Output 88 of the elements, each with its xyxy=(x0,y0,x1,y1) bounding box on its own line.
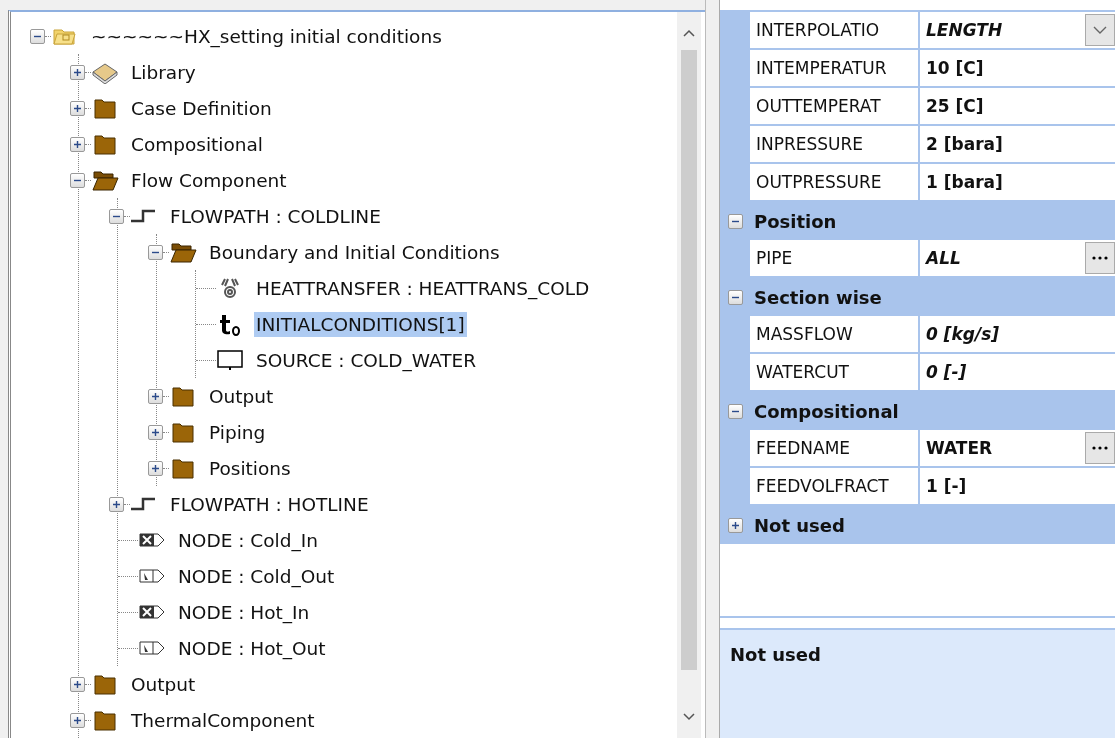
folder-icon xyxy=(91,96,119,120)
ellipsis-icon xyxy=(1092,446,1108,450)
collapse-button[interactable] xyxy=(109,208,124,224)
category-label: Position xyxy=(754,210,837,232)
plus-icon xyxy=(151,391,160,401)
collapse-button[interactable] xyxy=(148,244,163,260)
collapse-button[interactable] xyxy=(728,213,743,229)
chevron-down-icon xyxy=(1093,26,1107,34)
property-value[interactable]: 10 [C] xyxy=(926,58,984,78)
folder-icon xyxy=(91,672,119,696)
monitor-icon xyxy=(216,348,244,372)
tree-item[interactable]: HEATTRANSFER : HEATTRANS_COLD xyxy=(254,275,592,301)
description-title: Not used xyxy=(730,644,821,665)
plus-icon xyxy=(73,715,82,725)
tree-item[interactable]: Flow Component xyxy=(129,167,289,193)
property-name: PIPE xyxy=(750,240,920,276)
expand-button[interactable] xyxy=(148,388,163,404)
ellipsis-button[interactable] xyxy=(1085,432,1115,464)
tree-item[interactable]: FLOWPATH : COLDLINE xyxy=(168,203,383,229)
tree-item[interactable]: Boundary and Initial Conditions xyxy=(207,239,502,265)
tree-item[interactable]: Piping xyxy=(207,419,268,445)
property-value[interactable]: 0 [kg/s] xyxy=(926,324,1000,344)
expand-button[interactable] xyxy=(70,100,85,116)
tree-item[interactable]: Output xyxy=(129,671,198,697)
plus-icon xyxy=(73,679,82,689)
tree-item[interactable]: ThermalComponent xyxy=(129,707,317,733)
expand-button[interactable] xyxy=(148,424,163,440)
expand-button[interactable] xyxy=(70,676,85,692)
category-label: Section wise xyxy=(754,286,882,308)
tree-item[interactable]: INITIALCONDITIONS[1] xyxy=(254,311,467,337)
expand-button[interactable] xyxy=(109,496,124,512)
tree-item[interactable]: Output xyxy=(207,383,276,409)
property-name: INTEMPERATUR xyxy=(750,50,920,86)
folder-icon xyxy=(169,420,197,444)
property-name: FEEDNAME xyxy=(750,430,920,466)
property-value[interactable]: 25 [C] xyxy=(926,96,984,116)
category-label: Compositional xyxy=(754,400,899,422)
plus-icon xyxy=(151,427,160,437)
plus-icon xyxy=(731,520,740,530)
property-name: INPRESSURE xyxy=(750,126,920,162)
folder-icon xyxy=(169,456,197,480)
folder-icon xyxy=(169,384,197,408)
plus-icon xyxy=(73,103,82,113)
tree-item[interactable]: NODE : Cold_In xyxy=(176,527,320,553)
open-folder-icon xyxy=(169,240,197,264)
expand-button[interactable] xyxy=(728,517,743,533)
tree-item[interactable]: NODE : Hot_In xyxy=(176,599,312,625)
ellipsis-button[interactable] xyxy=(1085,242,1115,274)
property-name: WATERCUT xyxy=(750,354,920,390)
ellipsis-icon xyxy=(1092,256,1108,260)
property-name: OUTPRESSURE xyxy=(750,164,920,200)
tree-item[interactable]: Library xyxy=(129,59,198,85)
tree-item[interactable]: Compositional xyxy=(129,131,265,157)
tree-item[interactable]: FLOWPATH : HOTLINE xyxy=(168,491,371,517)
collapse-button[interactable] xyxy=(70,172,85,188)
tree-item[interactable]: NODE : Hot_Out xyxy=(176,635,328,661)
collapse-button[interactable] xyxy=(728,289,743,305)
expand-button[interactable] xyxy=(148,460,163,476)
expand-button[interactable] xyxy=(70,136,85,152)
property-value[interactable]: LENGTH xyxy=(926,20,1003,40)
property-value[interactable]: 1 [-] xyxy=(926,476,967,496)
plus-icon xyxy=(112,499,121,509)
property-value[interactable]: 1 [bara] xyxy=(926,172,1003,192)
tree-item[interactable]: NODE : Cold_Out xyxy=(176,563,337,589)
collapse-button[interactable] xyxy=(728,403,743,419)
plus-icon xyxy=(73,67,82,77)
property-name: MASSFLOW xyxy=(750,316,920,352)
property-value[interactable]: WATER xyxy=(926,438,993,458)
scrollbar-thumb[interactable] xyxy=(681,50,697,670)
category-label: Not used xyxy=(754,514,845,536)
folder-icon xyxy=(91,132,119,156)
tree-item[interactable]: ~~~~~~HX_setting initial conditions xyxy=(89,23,444,49)
property-name: FEEDVOLFRACT xyxy=(750,468,920,504)
property-name: INTERPOLATIO xyxy=(750,12,920,48)
plus-icon xyxy=(151,463,160,473)
expand-button[interactable] xyxy=(70,712,85,728)
tree-item[interactable]: SOURCE : COLD_WATER xyxy=(254,347,478,373)
property-value[interactable]: 0 [-] xyxy=(926,362,967,382)
collapse-button[interactable] xyxy=(30,28,45,44)
tree-item[interactable]: Case Definition xyxy=(129,95,274,121)
open-folder-icon xyxy=(91,168,119,192)
expand-button[interactable] xyxy=(70,64,85,80)
property-name: OUTTEMPERAT xyxy=(750,88,920,124)
plus-icon xyxy=(73,139,82,149)
folder-icon xyxy=(91,708,119,732)
tree-item[interactable]: Positions xyxy=(207,455,293,481)
property-value[interactable]: ALL xyxy=(926,248,961,268)
property-value[interactable]: 2 [bara] xyxy=(926,134,1003,154)
